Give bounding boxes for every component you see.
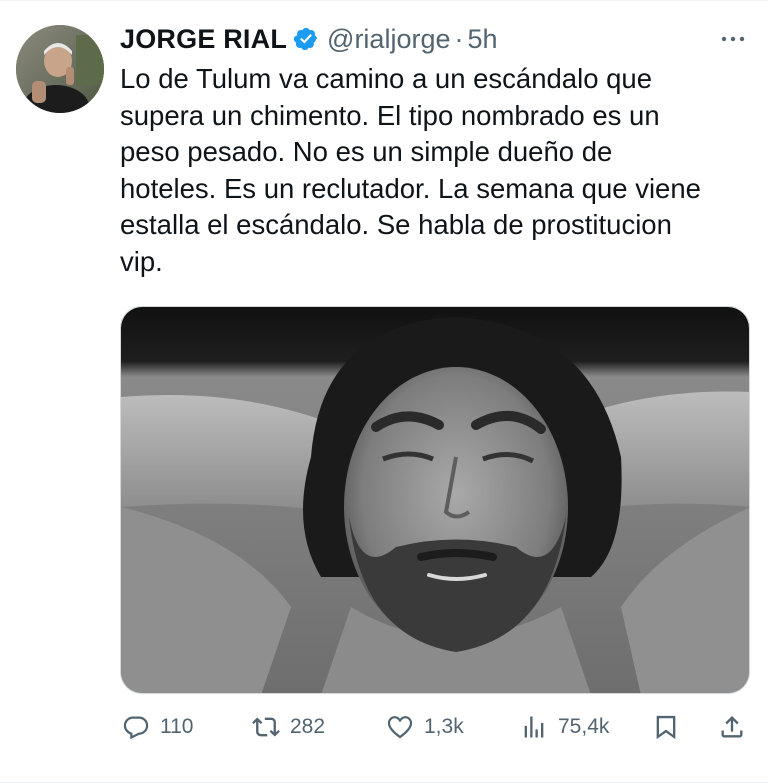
retweet-count: 282 bbox=[290, 715, 326, 738]
views-button[interactable]: 75,4k bbox=[520, 705, 609, 749]
bookmark-icon bbox=[656, 715, 676, 740]
tweet-actions: 110 282 1,3k 75,4k bbox=[120, 705, 752, 749]
handle[interactable]: @rialjorge bbox=[327, 24, 450, 55]
share-icon bbox=[721, 716, 743, 738]
views-icon bbox=[524, 716, 544, 738]
views-count: 75,4k bbox=[558, 715, 610, 738]
heart-icon bbox=[387, 716, 413, 739]
more-horizontal-icon bbox=[721, 36, 745, 42]
retweet-icon bbox=[252, 717, 280, 737]
separator-dot: · bbox=[454, 23, 464, 54]
reply-button[interactable]: 110 bbox=[122, 705, 193, 749]
avatar[interactable] bbox=[16, 25, 104, 113]
tweet-media-photo[interactable] bbox=[120, 306, 750, 694]
bookmark-button[interactable] bbox=[652, 705, 680, 749]
share-button[interactable] bbox=[718, 705, 746, 749]
avatar-photo bbox=[16, 25, 104, 113]
tweet-header: JORGE RIAL @rialjorge · 5h bbox=[120, 19, 498, 59]
display-name[interactable]: JORGE RIAL bbox=[120, 24, 287, 55]
reply-count: 110 bbox=[160, 715, 194, 738]
reply-icon bbox=[123, 716, 149, 740]
photo-image bbox=[121, 307, 749, 693]
tweet-text: Lo de Tulum va camino a un escándalo que… bbox=[120, 63, 701, 277]
timestamp[interactable]: 5h bbox=[467, 24, 497, 55]
like-button[interactable]: 1,3k bbox=[386, 705, 464, 749]
more-options-button[interactable] bbox=[718, 25, 748, 53]
verified-badge-icon bbox=[293, 26, 319, 52]
retweet-button[interactable]: 282 bbox=[252, 705, 325, 749]
tweet-card[interactable]: JORGE RIAL @rialjorge · 5h Lo de Tulum v… bbox=[0, 0, 768, 783]
like-count: 1,3k bbox=[424, 715, 464, 738]
